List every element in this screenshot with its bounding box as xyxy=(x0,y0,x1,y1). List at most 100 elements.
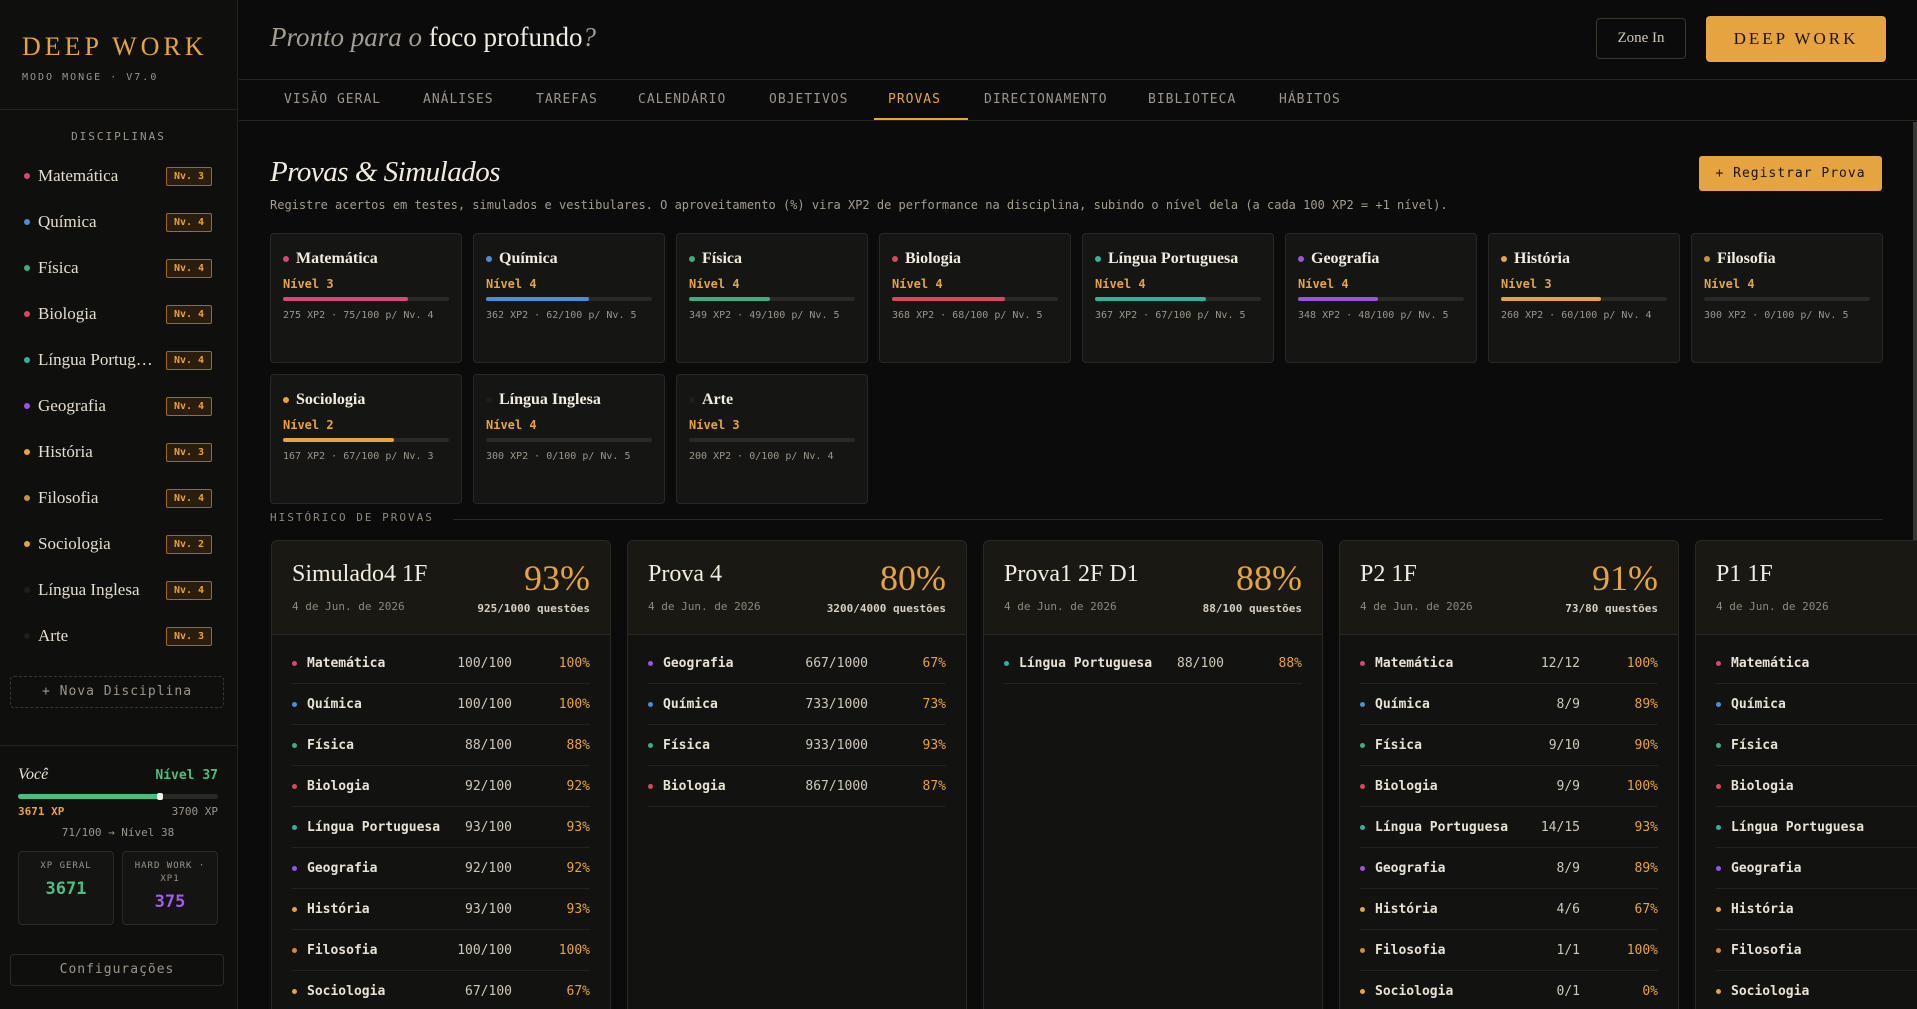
tab-visao-geral[interactable]: VISÃO GERAL xyxy=(284,81,381,120)
sidebar-item-arte[interactable]: Arte Nv. 3 xyxy=(0,613,237,659)
subject-card-title: Filosofia xyxy=(1704,250,1870,268)
subject-progress-bar xyxy=(689,297,855,301)
settings-button[interactable]: Configurações xyxy=(10,954,224,986)
exam-title: P1 1F xyxy=(1716,561,1773,587)
brand-title: DEEP WORK xyxy=(22,32,208,61)
subject-color-dot xyxy=(689,256,695,262)
subject-card[interactable]: Filosofia Nível 4 300 XP2 · 0/100 p/ Nv. 5 xyxy=(1691,233,1883,363)
sidebar-item-sociologia[interactable]: Sociologia Nv. 2 xyxy=(0,521,237,567)
deep-work-button[interactable]: DEEP WORK xyxy=(1706,16,1886,62)
sidebar-item-label: Língua Inglesa xyxy=(38,580,140,599)
stat-label: XP GERAL xyxy=(40,861,92,871)
subject-card[interactable]: Matemática Nível 3 275 XP2 · 75/100 p/ Nv.… xyxy=(270,233,462,363)
exam-subject-pct: 100% xyxy=(558,942,590,958)
exam-subject-row: Química xyxy=(1716,684,1917,725)
subject-card[interactable]: Geografia Nível 4 348 XP2 · 48/100 p/ Nv. … xyxy=(1285,233,1477,363)
subject-progress-fill xyxy=(1501,297,1601,301)
subject-color-dot xyxy=(1360,865,1365,871)
subject-name: História xyxy=(1514,250,1570,267)
exam-subject-row: Matemática xyxy=(1716,643,1917,684)
exam-subject-pct: 100% xyxy=(1626,655,1658,671)
exam-subject-name: Língua Portuguesa xyxy=(1019,655,1153,671)
exam-subject-name: Química xyxy=(1375,696,1430,712)
sidebar-item-lingua-inglesa[interactable]: Língua Inglesa Nv. 4 xyxy=(0,567,237,613)
exam-subject-pct: 87% xyxy=(922,778,946,794)
subject-card[interactable]: História Nível 3 260 XP2 · 60/100 p/ Nv. 4 xyxy=(1488,233,1680,363)
subject-card[interactable]: Física Nível 4 349 XP2 · 49/100 p/ Nv. 5 xyxy=(676,233,868,363)
tab-analises[interactable]: ANÁLISES xyxy=(423,81,494,120)
exam-subject-score: 88/100 xyxy=(1177,655,1224,671)
tab-provas[interactable]: PROVAS xyxy=(888,81,941,120)
exam-subject-row: Sociologia 67/100 67% xyxy=(292,971,590,1009)
xp-max: 3700 XP xyxy=(171,805,218,818)
subject-card[interactable]: Língua Portuguesa Nível 4 367 XP2 · 67/100… xyxy=(1082,233,1274,363)
exam-card-header: P2 1F 4 de Jun. de 2026 91% 73/80 questões xyxy=(1340,541,1678,635)
register-exam-button[interactable]: + Registrar Prova xyxy=(1699,156,1882,191)
subject-card[interactable]: Biologia Nível 4 368 XP2 · 68/100 p/ Nv. 5 xyxy=(879,233,1071,363)
tab-biblioteca[interactable]: BIBLIOTECA xyxy=(1148,81,1236,120)
subject-color-dot xyxy=(1360,701,1365,707)
subject-card[interactable]: Química Nível 4 362 XP2 · 62/100 p/ Nv. 5 xyxy=(473,233,665,363)
tab-objetivos[interactable]: OBJETIVOS xyxy=(769,81,848,120)
subject-xp: 368 XP2 · 68/100 p/ Nv. 5 xyxy=(892,310,1043,321)
user-level: Nível 37 xyxy=(155,768,218,783)
exam-subject-score: 12/12 xyxy=(1540,655,1580,671)
exam-subject-score: 8/9 xyxy=(1556,696,1580,712)
subject-color-dot xyxy=(1004,660,1009,666)
exam-card[interactable]: P1 1F 4 de Jun. de 2026 Matemática Química F… xyxy=(1695,540,1917,1009)
subject-color-dot xyxy=(1095,256,1101,262)
exam-subject-list: Matemática 12/12 100% Química 8/9 89% Física 9/… xyxy=(1340,635,1678,1009)
discipline-color-dot xyxy=(24,449,30,455)
subject-level: Nível 3 xyxy=(1501,277,1552,291)
subject-color-dot xyxy=(1360,783,1365,789)
tab-tarefas[interactable]: TAREFAS xyxy=(536,81,598,120)
greeting-post: ? xyxy=(582,22,596,52)
tab-direcionamento[interactable]: DIRECIONAMENTO xyxy=(984,81,1108,120)
sidebar-item-quimica[interactable]: Química Nv. 4 xyxy=(0,199,237,245)
subject-progress-bar xyxy=(1501,297,1667,301)
exam-subject-name: Química xyxy=(663,696,718,712)
subject-progress-bar xyxy=(689,438,855,442)
exam-subject-row: Filosofia 100/100 100% xyxy=(292,930,590,971)
sidebar-item-filosofia[interactable]: Filosofia Nv. 4 xyxy=(0,475,237,521)
subject-progress-fill xyxy=(486,297,589,301)
subject-xp: 367 XP2 · 67/100 p/ Nv. 5 xyxy=(1095,310,1246,321)
sidebar-item-biologia[interactable]: Biologia Nv. 4 xyxy=(0,291,237,337)
exam-subject-name: Biologia xyxy=(307,778,370,794)
exam-title: Simulado4 1F xyxy=(292,561,428,587)
sidebar-item-historia[interactable]: História Nv. 3 xyxy=(0,429,237,475)
sidebar: DEEP WORK MODO MONGE · V7.0 DISCIPLINAS … xyxy=(0,0,238,1009)
zone-in-button[interactable]: Zone In xyxy=(1596,18,1686,59)
sidebar-item-geografia[interactable]: Geografia Nv. 4 xyxy=(0,383,237,429)
history-heading: HISTÓRICO DE PROVAS xyxy=(270,511,434,524)
exam-card[interactable]: Prova 4 4 de Jun. de 2026 80% 3200/4000 que… xyxy=(627,540,967,1009)
discipline-color-dot xyxy=(24,311,30,317)
exam-card[interactable]: Prova1 2F D1 4 de Jun. de 2026 88% 88/100 q… xyxy=(983,540,1323,1009)
sidebar-item-fisica[interactable]: Física Nv. 4 xyxy=(0,245,237,291)
new-discipline-button[interactable]: + Nova Disciplina xyxy=(10,676,224,708)
subject-progress-fill xyxy=(1095,297,1207,301)
subject-card[interactable]: Língua Inglesa Nível 4 300 XP2 · 0/100 p/ … xyxy=(473,374,665,504)
tab-habitos[interactable]: HÁBITOS xyxy=(1279,81,1341,120)
subject-level: Nível 4 xyxy=(486,277,537,291)
exam-subject-pct: 88% xyxy=(1278,655,1302,671)
stat-label: HARD WORK · XP1 xyxy=(134,861,206,884)
brand: DEEP WORK MODO MONGE · V7.0 xyxy=(0,0,237,110)
page-description: Registre acertos em testes, simulados e … xyxy=(270,198,1448,212)
exam-card[interactable]: Simulado4 1F 4 de Jun. de 2026 93% 925/1000… xyxy=(271,540,611,1009)
subject-card[interactable]: Sociologia Nível 2 167 XP2 · 67/100 p/ Nv.… xyxy=(270,374,462,504)
subject-card-title: Geografia xyxy=(1298,250,1464,268)
greeting: Pronto para o foco profundo? xyxy=(270,22,596,53)
sidebar-item-matematica[interactable]: Matemática Nv. 3 xyxy=(0,153,237,199)
exam-percentage: 93% xyxy=(524,558,590,598)
exam-percentage: 80% xyxy=(880,558,946,598)
sidebar-item-lingua-portuguesa[interactable]: Língua Portuguesa Nv. 4 xyxy=(0,337,237,383)
history-divider xyxy=(453,519,1883,520)
exam-title: Prova 4 xyxy=(648,561,722,587)
exam-date: 4 de Jun. de 2026 xyxy=(292,600,405,613)
exam-subject-name: Física xyxy=(1731,737,1778,753)
xp-current: 3671 XP xyxy=(18,805,65,818)
subject-card[interactable]: Arte Nível 3 200 XP2 · 0/100 p/ Nv. 4 xyxy=(676,374,868,504)
exam-card[interactable]: P2 1F 4 de Jun. de 2026 91% 73/80 questões M… xyxy=(1339,540,1679,1009)
tab-calendario[interactable]: CALENDÁRIO xyxy=(638,81,726,120)
